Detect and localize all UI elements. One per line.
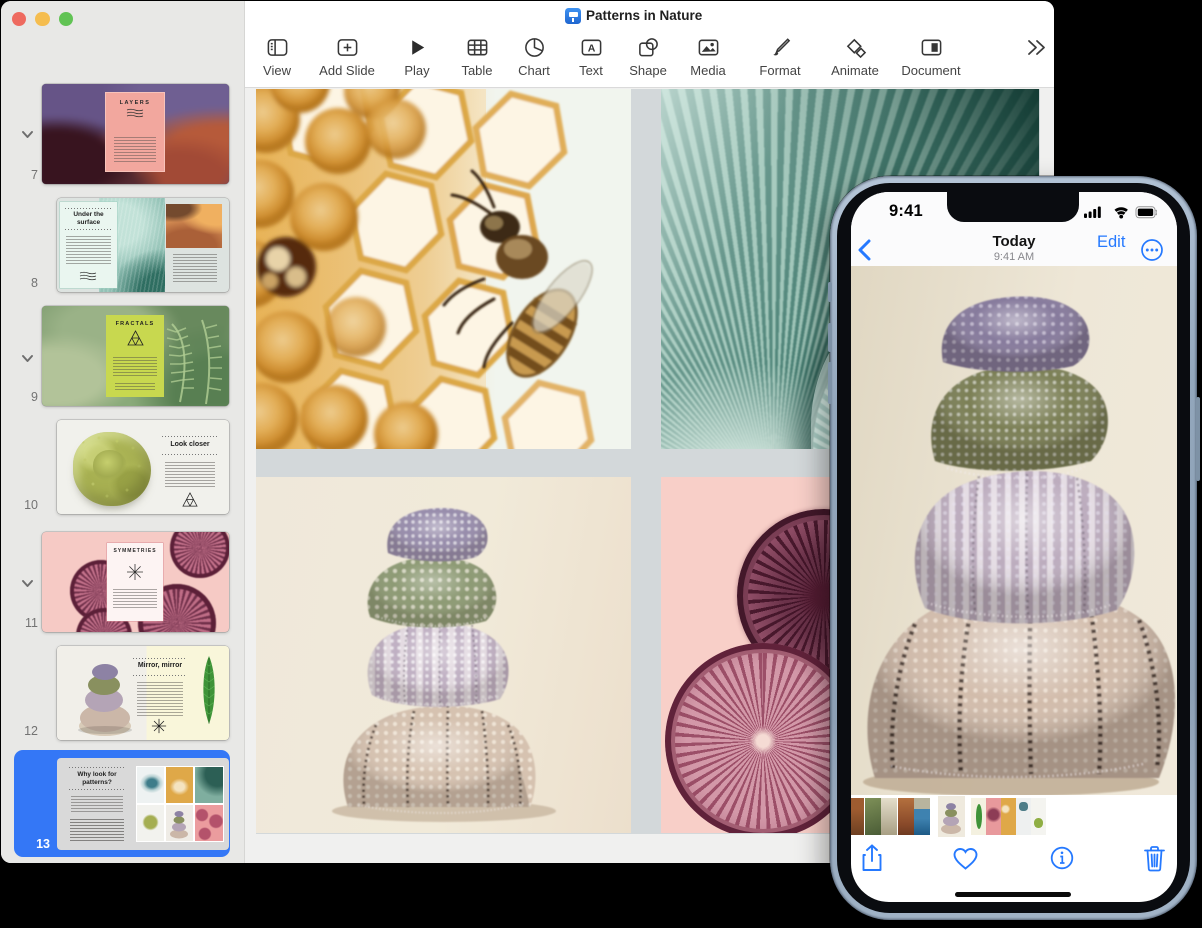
svg-text:A: A <box>587 43 595 55</box>
